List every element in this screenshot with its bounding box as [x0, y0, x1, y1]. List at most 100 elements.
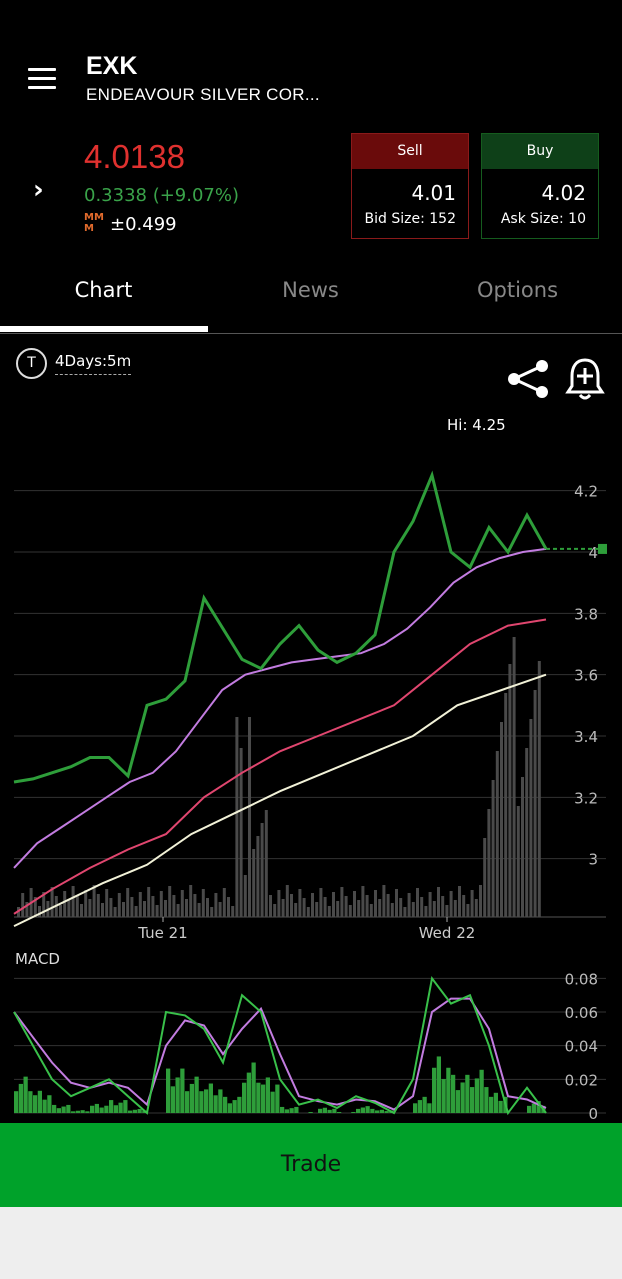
macd-histogram-bar [52, 1104, 57, 1113]
macd-histogram-bar [80, 1110, 85, 1113]
macd-histogram-bar [493, 1092, 498, 1113]
macd-histogram-bar [289, 1108, 294, 1113]
macd-histogram-bar [337, 1111, 342, 1113]
macd-histogram-bar [356, 1108, 361, 1113]
tab-options[interactable]: Options [414, 278, 621, 302]
macd-histogram-bar [47, 1095, 52, 1113]
volume-bar [437, 887, 440, 917]
price-chart[interactable]: 4.2 4 3.8 3.6 3.4 3.2 3 Tue 21 Wed 22 MACD 0.08 0.0… [0, 430, 622, 1123]
volume-bar [143, 901, 146, 917]
macd-histogram-bar [208, 1083, 213, 1113]
volume-bar [80, 904, 83, 917]
menu-icon[interactable] [28, 68, 56, 90]
tab-chart[interactable]: Chart [0, 278, 207, 302]
current-price-marker [598, 543, 607, 554]
period-type-icon[interactable]: T [16, 348, 47, 379]
volume-bar [180, 890, 184, 917]
volume-bar [172, 895, 176, 917]
volume-bar [218, 902, 222, 917]
macd-histogram-bar [351, 1111, 356, 1113]
macd-histogram-bar [465, 1074, 470, 1113]
macd-histogram-bar [18, 1083, 23, 1113]
volume-bar [252, 849, 256, 917]
macd-histogram-bar [166, 1068, 171, 1113]
volume-bar [525, 748, 529, 917]
volume-bar [462, 895, 466, 917]
volume-bar [495, 751, 499, 917]
volume-bar [453, 900, 457, 917]
macd-histogram-bar [498, 1100, 503, 1113]
volume-bar [327, 906, 331, 917]
volume-bar [264, 810, 268, 917]
volume-bar [101, 903, 104, 917]
volume-bar [243, 875, 247, 917]
macd-histogram-bar [417, 1100, 422, 1113]
volume-bar [432, 901, 436, 917]
volume-bar [516, 806, 520, 917]
macd-histogram-bar [14, 1091, 19, 1113]
trade-button[interactable]: Trade [0, 1123, 622, 1207]
macd-histogram-bar [474, 1078, 479, 1113]
macd-histogram-bar [104, 1105, 109, 1113]
macd-histogram-bar [327, 1109, 332, 1113]
macd-histogram-bar [204, 1089, 209, 1113]
macd-histogram-bar [23, 1076, 28, 1113]
chevron-right-icon[interactable]: › [33, 175, 44, 205]
macd-histogram-bar [384, 1111, 389, 1113]
volume-bar [155, 905, 159, 917]
volume-bar [109, 898, 113, 917]
macd-histogram-bar [223, 1096, 228, 1113]
volume-bar [248, 717, 251, 917]
macd-histogram-bar [170, 1086, 175, 1113]
buy-button[interactable]: Buy 4.02 Ask Size: 10 [481, 133, 599, 239]
macd-histogram-bar [365, 1106, 370, 1113]
period-selector[interactable]: 4Days:5m [55, 352, 132, 375]
macd-axis-tick: 0.08 [565, 970, 598, 988]
macd-axis-tick: 0.02 [565, 1071, 598, 1089]
ask-price: 4.02 [541, 181, 586, 205]
volume-bar [281, 899, 285, 917]
macd-histogram-bar [375, 1110, 380, 1113]
volume-bar [491, 780, 495, 917]
volume-bar [130, 897, 134, 917]
volume-bar [458, 886, 461, 917]
price-axis-tick: 4.2 [574, 483, 598, 501]
macd-histogram-bar [94, 1103, 99, 1113]
tab-indicator [0, 326, 208, 332]
bell-plus-icon[interactable] [565, 356, 605, 402]
macd-histogram-bar [185, 1091, 190, 1113]
sell-button[interactable]: Sell 4.01 Bid Size: 152 [351, 133, 469, 239]
volume-bar [206, 898, 209, 917]
price-axis-tick: 3.2 [574, 789, 598, 807]
volume-bar [176, 904, 180, 917]
moving-average-fast [13, 547, 547, 869]
macd-histogram-bar [218, 1089, 223, 1113]
volume-bar [315, 902, 319, 917]
volume-bar [138, 892, 142, 917]
volume-bar [164, 900, 167, 917]
macd-histogram-bar [379, 1109, 384, 1113]
tab-news[interactable]: News [207, 278, 414, 302]
volume-bar [96, 894, 100, 917]
volume-bar [201, 889, 205, 917]
volume-bar [126, 888, 130, 917]
volume-bar [319, 888, 323, 917]
volume-bar [185, 899, 188, 917]
volume-bar [260, 823, 264, 917]
price-axis-tick: 3.4 [574, 728, 598, 746]
market-maker-move-value: ±0.499 [110, 214, 177, 235]
volume-bar [67, 900, 71, 917]
macd-histogram-bar [261, 1084, 266, 1113]
macd-histogram-bar [413, 1103, 418, 1113]
price-axis-tick: 3.6 [574, 667, 598, 685]
volume-bar [470, 890, 474, 917]
macd-histogram-bar [199, 1091, 204, 1113]
macd-histogram-bar [242, 1082, 247, 1113]
volume-bar [21, 893, 25, 917]
share-icon[interactable] [506, 358, 550, 400]
macd-histogram-bar [123, 1100, 128, 1113]
buy-label: Buy [482, 134, 598, 169]
volume-bar [159, 891, 163, 917]
volume-bar [235, 717, 239, 917]
sell-label: Sell [352, 134, 468, 169]
